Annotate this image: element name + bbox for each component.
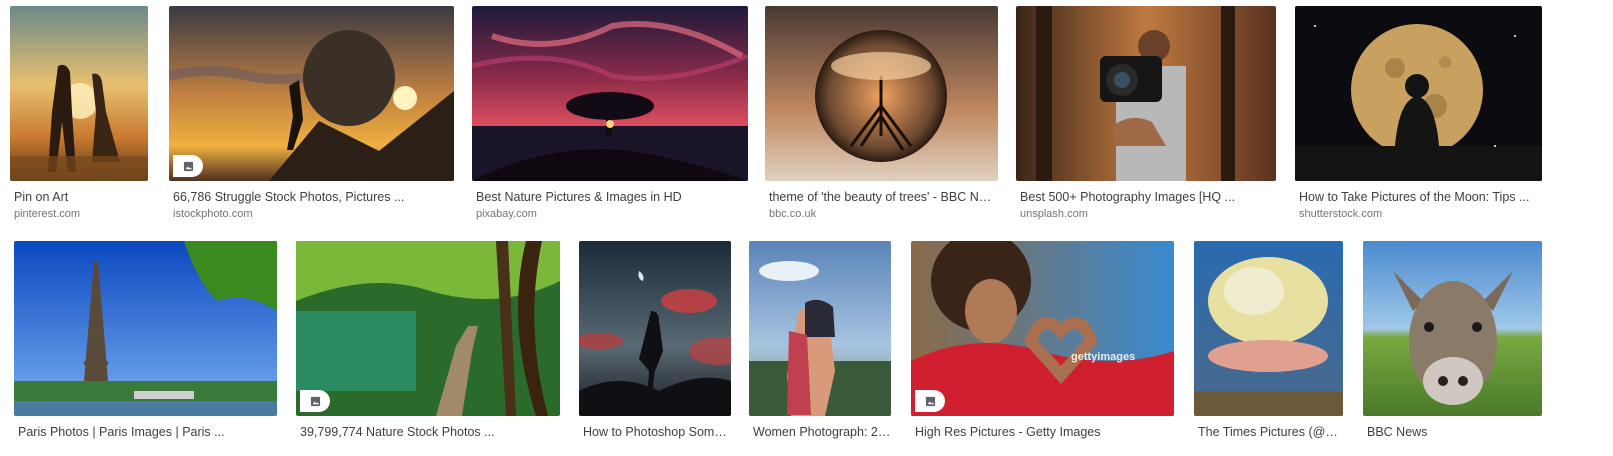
result-title[interactable]: Pin on Art <box>14 189 146 205</box>
result-title[interactable]: The Times Pictures (@Ti... <box>1198 424 1343 440</box>
result-title[interactable]: Best 500+ Photography Images [HQ ... <box>1020 189 1275 205</box>
image-icon-badge <box>915 390 945 412</box>
result-thumbnail[interactable] <box>10 6 148 181</box>
result-beauty-of-trees[interactable]: theme of 'the beauty of trees' - BBC New… <box>765 6 1001 226</box>
result-title[interactable]: High Res Pictures - Getty Images <box>915 424 1173 440</box>
image-icon <box>183 161 193 171</box>
result-title[interactable]: Paris Photos | Paris Images | Paris ... <box>18 424 276 440</box>
result-thumbnail[interactable] <box>579 241 731 416</box>
result-thumbnail[interactable] <box>1295 6 1542 181</box>
result-thumbnail[interactable] <box>1194 241 1343 416</box>
result-times-pictures[interactable]: The Times Pictures (@Ti... <box>1194 241 1346 451</box>
result-source[interactable]: bbc.co.uk <box>769 207 816 221</box>
result-high-res-getty[interactable]: gettyimages High Res Pictures - Getty Im… <box>911 241 1177 451</box>
tree-sunset-image <box>472 6 748 181</box>
result-thumbnail[interactable] <box>169 6 454 181</box>
girl-silhouette-image <box>579 241 731 416</box>
image-icon-badge <box>173 155 203 177</box>
result-thumbnail[interactable]: gettyimages <box>911 241 1174 416</box>
result-women-photograph[interactable]: Women Photograph: 20... <box>749 241 894 451</box>
result-title[interactable]: How to Take Pictures of the Moon: Tips .… <box>1299 189 1541 205</box>
result-title[interactable]: Women Photograph: 20... <box>753 424 891 440</box>
result-thumbnail[interactable] <box>765 6 998 181</box>
result-thumbnail[interactable] <box>472 6 748 181</box>
result-source[interactable]: pinterest.com <box>14 207 80 221</box>
result-title[interactable]: theme of 'the beauty of trees' - BBC New… <box>769 189 997 205</box>
result-nature-stock[interactable]: 39,799,774 Nature Stock Photos ... <box>296 241 563 451</box>
result-title[interactable]: Best Nature Pictures & Images in HD <box>476 189 746 205</box>
result-thumbnail[interactable] <box>749 241 891 416</box>
image-icon <box>310 396 320 406</box>
result-photoshop[interactable]: How to Photoshop Some... <box>579 241 734 451</box>
forest-boardwalk-image <box>296 241 560 416</box>
result-bbc-news[interactable]: BBC News <box>1363 241 1545 451</box>
boulder-push-image <box>169 6 454 181</box>
getty-watermark: gettyimages <box>1071 351 1136 363</box>
result-moon-pictures[interactable]: How to Take Pictures of the Moon: Tips .… <box>1295 6 1545 226</box>
camera-hand-image <box>1016 6 1276 181</box>
result-thumbnail[interactable] <box>1363 241 1542 416</box>
embrace-image <box>749 241 891 416</box>
heart-hands-image <box>911 241 1174 416</box>
result-thumbnail[interactable] <box>296 241 560 416</box>
moon-silhouette-image <box>1295 6 1542 181</box>
result-source[interactable]: istockphoto.com <box>173 207 252 221</box>
donkey-image <box>1363 241 1542 416</box>
result-title[interactable]: BBC News <box>1367 424 1542 440</box>
result-thumbnail[interactable] <box>1016 6 1276 181</box>
result-source[interactable]: unsplash.com <box>1020 207 1088 221</box>
storm-cloud-image <box>1194 241 1343 416</box>
image-icon <box>925 396 935 406</box>
result-source[interactable]: shutterstock.com <box>1299 207 1382 221</box>
result-pin-on-art[interactable]: Pin on Art pinterest.com <box>10 6 150 226</box>
result-title[interactable]: 39,799,774 Nature Stock Photos ... <box>300 424 559 440</box>
result-title[interactable]: 66,786 Struggle Stock Photos, Pictures .… <box>173 189 453 205</box>
crystal-ball-tree-image <box>765 6 998 181</box>
couple-silhouette-image <box>10 6 148 181</box>
page-edge <box>1593 0 1613 456</box>
result-best-photography[interactable]: Best 500+ Photography Images [HQ ... uns… <box>1016 6 1279 226</box>
eiffel-tower-image <box>14 241 277 416</box>
result-title[interactable]: How to Photoshop Some... <box>583 424 731 440</box>
result-best-nature[interactable]: Best Nature Pictures & Images in HD pixa… <box>472 6 750 226</box>
result-paris-photos[interactable]: Paris Photos | Paris Images | Paris ... <box>14 241 280 451</box>
result-source[interactable]: pixabay.com <box>476 207 537 221</box>
result-thumbnail[interactable] <box>14 241 277 416</box>
image-icon-badge <box>300 390 330 412</box>
result-struggle-stock[interactable]: 66,786 Struggle Stock Photos, Pictures .… <box>169 6 457 226</box>
